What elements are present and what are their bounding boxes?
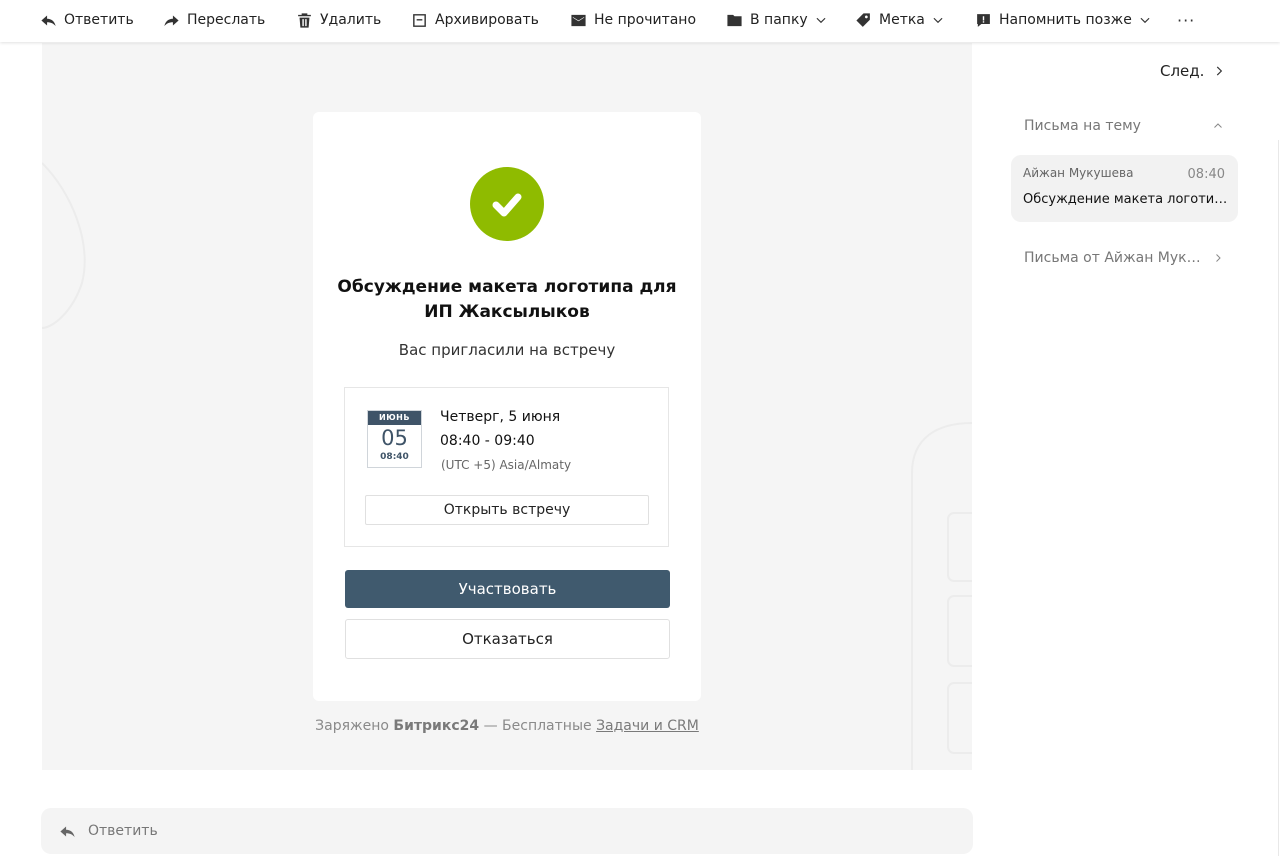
toolbar: Ответить Переслать Удалить Архивировать … [0, 0, 1280, 42]
event-time-range: 08:40 - 09:40 [440, 433, 535, 449]
chevron-down-icon [816, 17, 826, 24]
folder-label: В папку [750, 12, 808, 28]
remind-later-button[interactable]: Напомнить позже [975, 0, 1152, 40]
archive-icon [413, 13, 426, 27]
thread-heading: Письма на тему [1024, 118, 1141, 134]
footer-middle: — Бесплатные [479, 718, 597, 734]
folder-icon [727, 14, 742, 26]
forward-label: Переслать [187, 12, 266, 28]
next-message-link[interactable]: След. [1160, 62, 1226, 80]
calendar-day: 05 [381, 426, 408, 450]
invite-subtitle: Вас пригласили на встречу [398, 341, 616, 359]
scrollbar-track[interactable] [1278, 140, 1279, 856]
from-heading: Письма от Айжан Мукушева [1024, 250, 1202, 266]
event-timezone: (UTC +5) Asia/Almaty [441, 458, 572, 472]
footer-prefix: Заряжено [315, 718, 394, 734]
chevron-right-icon [1216, 254, 1221, 262]
reply-icon [60, 826, 75, 837]
envelope-icon [571, 14, 586, 26]
chevron-down-icon [1140, 17, 1150, 24]
quick-reply-label: Ответить [88, 823, 158, 839]
event-details: ИЮНЬ 05 08:40 Четверг, 5 июня 08:40 - 09… [344, 387, 669, 547]
move-to-folder-button[interactable]: В папку [726, 0, 828, 40]
powered-by-footer: Заряжено Битрикс24 — Бесплатные Задачи и… [42, 718, 972, 734]
calendar-time: 08:40 [380, 452, 409, 462]
tasks-crm-link[interactable]: Задачи и CRM [596, 718, 699, 734]
chevron-up-icon [1214, 123, 1222, 128]
chevron-right-icon [1217, 66, 1223, 76]
thread-item-time: 08:40 [1187, 167, 1225, 182]
next-label: След. [1160, 62, 1205, 80]
reply-label: Ответить [64, 12, 134, 28]
calendar-icon: ИЮНЬ 05 08:40 [367, 410, 422, 468]
thread-messages-toggle[interactable]: Письма на тему [1024, 118, 1224, 134]
accept-meeting-button[interactable]: Участвовать [345, 570, 670, 608]
reminder-icon [977, 13, 990, 27]
decline-meeting-button[interactable]: Отказаться [345, 619, 670, 659]
label-label: Метка [879, 12, 925, 28]
thread-message-item[interactable]: Айжан Мукушева 08:40 Обсуждение макета л… [1011, 155, 1238, 222]
footer-brand: Битрикс24 [393, 718, 480, 734]
mark-unread-button[interactable]: Не прочитано [570, 0, 696, 40]
meeting-invite-card: Обсуждение макета логотипа для ИП Жаксыл… [313, 112, 701, 701]
more-button[interactable]: ··· [1177, 0, 1195, 40]
event-date: Четверг, 5 июня [440, 409, 561, 425]
reply-icon [41, 15, 56, 26]
open-meeting-button[interactable]: Открыть встречу [365, 495, 649, 525]
tag-icon [856, 12, 870, 27]
delete-label: Удалить [320, 12, 382, 28]
message-body: Обсуждение макета логотипа для ИП Жаксыл… [42, 43, 972, 770]
chevron-down-icon [933, 17, 943, 24]
label-button[interactable]: Метка [855, 0, 945, 40]
thread-item-sender: Айжан Мукушева [1023, 166, 1134, 180]
meeting-title: Обсуждение макета логотипа для ИП Жаксыл… [337, 277, 677, 322]
thread-item-subject: Обсуждение макета логотипа для ИП Жаксыл… [1023, 192, 1228, 207]
success-check-icon [470, 167, 544, 241]
calendar-month: ИЮНЬ [368, 411, 421, 425]
more-dots-icon: ··· [1177, 10, 1196, 30]
sender-messages-toggle[interactable]: Письма от Айжан Мукушева [1024, 250, 1224, 266]
forward-icon [164, 15, 179, 26]
archive-button[interactable]: Архивировать [411, 0, 539, 40]
quick-reply-bar[interactable]: Ответить [41, 808, 973, 854]
unread-label: Не прочитано [594, 12, 697, 28]
archive-label: Архивировать [435, 12, 539, 28]
reply-button[interactable]: Ответить [40, 0, 134, 40]
delete-button[interactable]: Удалить [296, 0, 381, 40]
remind-later-label: Напомнить позже [999, 12, 1132, 28]
forward-button[interactable]: Переслать [163, 0, 265, 40]
trash-icon [298, 12, 311, 28]
